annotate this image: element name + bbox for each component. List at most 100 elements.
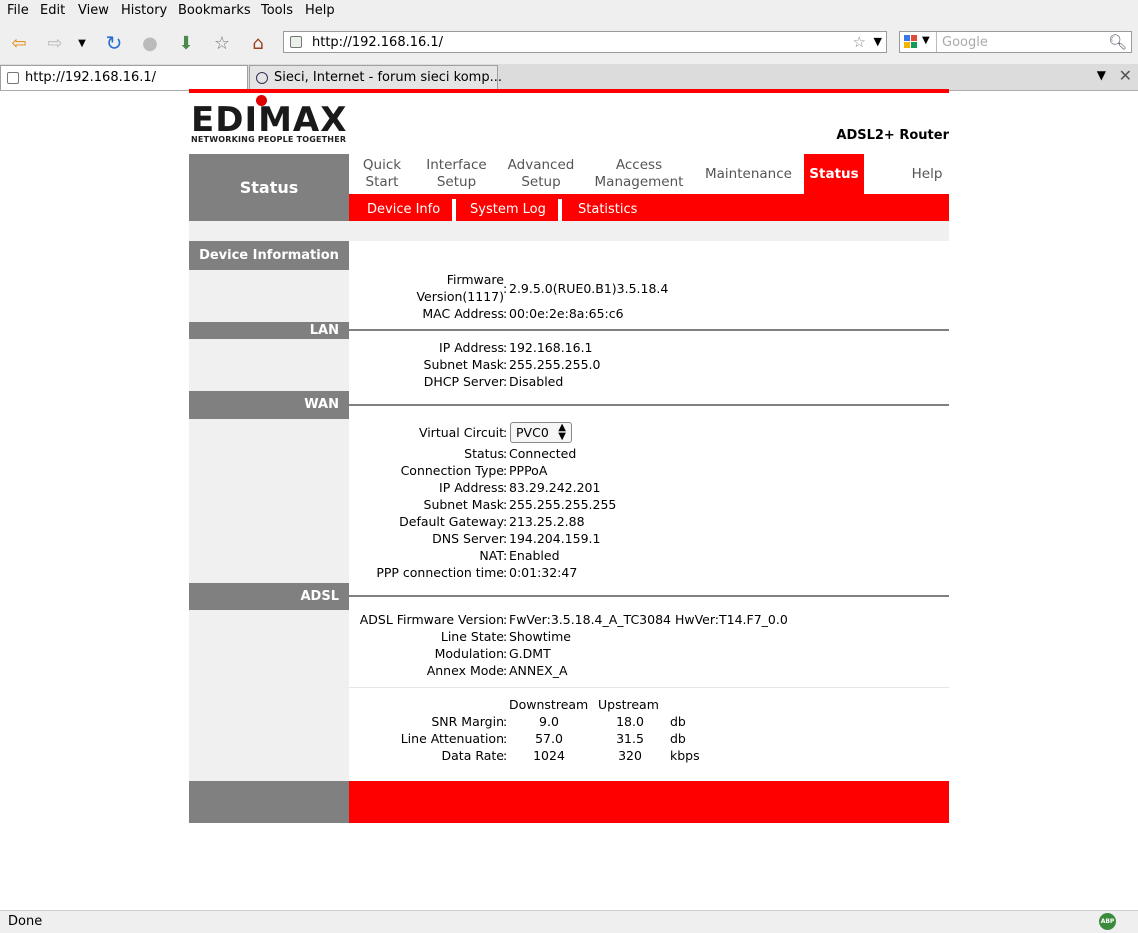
attenuation-up: 31.5 xyxy=(616,731,644,746)
search-engine-icon[interactable]: ▼ xyxy=(900,32,937,52)
section-title: Status xyxy=(239,178,299,197)
colon: : xyxy=(503,565,508,580)
close-tab-icon[interactable]: ✕ xyxy=(1119,66,1132,85)
url-dropdown-icon[interactable]: ▼ xyxy=(874,35,882,48)
status-bar: Done ABP xyxy=(0,910,1138,933)
lan-mask-value: 255.255.255.0 xyxy=(509,357,601,372)
nav-status[interactable]: Status xyxy=(804,154,864,194)
firmware-value: 2.9.5.0(RUE0.B1)3.5.18.4 xyxy=(509,281,669,296)
wan-mask-value: 255.255.255.255 xyxy=(509,497,617,512)
history-dropdown-icon[interactable]: ▼ xyxy=(72,30,92,56)
adblock-icon[interactable]: ABP xyxy=(1099,913,1116,930)
subnav-statistics[interactable]: Statistics xyxy=(578,202,637,217)
colon: : xyxy=(503,425,508,440)
status-text: Done xyxy=(8,914,43,929)
tab-router[interactable]: http://192.168.16.1/ xyxy=(0,65,248,90)
modulation-value: G.DMT xyxy=(509,646,551,661)
edimax-logo: EDIMAX NETWORKING PEOPLE TOGETHER xyxy=(191,95,357,144)
subnav-device-info[interactable]: Device Info xyxy=(367,202,440,217)
colon: : xyxy=(503,340,508,355)
lan-mask-label: Subnet Mask xyxy=(423,357,504,372)
dns-label: DNS Server xyxy=(432,531,504,546)
menu-edit[interactable]: Edit xyxy=(40,3,65,18)
stop-icon[interactable]: ● xyxy=(137,30,163,56)
adsl-fw-label: ADSL Firmware Version xyxy=(359,612,504,627)
snr-unit: db xyxy=(670,714,686,729)
tab-list-icon[interactable]: ▼ xyxy=(1097,68,1106,82)
menu-help[interactable]: Help xyxy=(305,3,335,18)
annex-label: Annex Mode xyxy=(426,663,504,678)
colon: : xyxy=(503,629,508,644)
snr-label: SNR Margin xyxy=(431,714,504,729)
search-bar[interactable]: ▼ Google 🔍︎ xyxy=(899,31,1132,53)
back-arrow-icon[interactable]: ⇦ xyxy=(6,30,32,56)
gateway-value: 213.25.2.88 xyxy=(509,514,585,529)
colon: : xyxy=(503,514,508,529)
lan-divider xyxy=(349,329,949,331)
menu-file[interactable]: File xyxy=(7,3,29,18)
nav-maintenance[interactable]: Maintenance xyxy=(697,154,800,194)
download-icon[interactable]: ⬇ xyxy=(173,30,199,56)
nav-interface-setup[interactable]: Interface Setup xyxy=(419,154,494,194)
dns-value: 194.204.159.1 xyxy=(509,531,601,546)
home-icon[interactable]: ⌂ xyxy=(245,30,271,56)
forward-arrow-icon[interactable]: ⇨ xyxy=(42,30,68,56)
firmware-label: Firmware Version(1117) xyxy=(349,271,504,305)
attenuation-label: Line Attenuation xyxy=(400,731,504,746)
url-bar[interactable]: http://192.168.16.1/ ☆ ▼ xyxy=(283,31,887,53)
colon: : xyxy=(503,548,508,563)
line-state-label: Line State xyxy=(440,629,504,644)
colon: : xyxy=(503,306,508,321)
menu-view[interactable]: View xyxy=(78,3,109,18)
colon: : xyxy=(503,497,508,512)
gateway-label: Default Gateway xyxy=(399,514,504,529)
device-info-heading: Device Information xyxy=(189,241,349,270)
adsl-divider xyxy=(349,595,949,597)
logo-wordmark: EDIMAX xyxy=(191,100,348,140)
subnav-separator xyxy=(558,199,562,221)
nav-quick-start[interactable]: Quick Start xyxy=(349,154,415,194)
wan-status-label: Status xyxy=(464,446,504,461)
colon: : xyxy=(503,374,508,389)
nav-access-management[interactable]: Access Management xyxy=(587,154,691,194)
modulation-label: Modulation xyxy=(434,646,504,661)
colon: : xyxy=(503,281,508,296)
ppp-time-label: PPP connection time xyxy=(376,565,504,580)
spacer-bar xyxy=(189,221,949,241)
subnav-separator xyxy=(452,199,456,221)
nav-advanced-setup[interactable]: Advanced Setup xyxy=(500,154,582,194)
tab-forum[interactable]: Sieci, Internet - forum sieci komp... xyxy=(249,65,502,90)
col-downstream: Downstream xyxy=(509,697,589,712)
adsl-heading: ADSL xyxy=(189,583,349,610)
navigation-toolbar: ⇦ ⇨ ▼ ↻ ● ⬇ ☆ ⌂ http://192.168.16.1/ ☆ ▼… xyxy=(0,22,1138,65)
logo-dot-icon xyxy=(256,95,267,106)
annex-value: ANNEX_A xyxy=(509,663,568,678)
colon: : xyxy=(503,480,508,495)
wan-divider xyxy=(349,404,949,406)
lan-ip-label: IP Address xyxy=(439,340,504,355)
bookmark-star-icon[interactable]: ☆ xyxy=(853,33,866,51)
virtual-circuit-select[interactable]: PVC0 ▲ ▼ xyxy=(510,422,572,443)
vc-label: Virtual Circuit xyxy=(418,425,504,440)
mac-value: 00:0e:2e:8a:65:c6 xyxy=(509,306,624,321)
adsl-stats-divider xyxy=(349,687,949,688)
menu-bar: File Edit View History Bookmarks Tools H… xyxy=(0,0,1138,22)
page-icon xyxy=(7,72,19,84)
colon: : xyxy=(503,446,508,461)
menu-tools[interactable]: Tools xyxy=(261,3,293,18)
menu-bookmarks[interactable]: Bookmarks xyxy=(178,3,251,18)
subnav-system-log[interactable]: System Log xyxy=(470,202,546,217)
ppp-time-value: 0:01:32:47 xyxy=(509,565,578,580)
wan-ip-value: 83.29.242.201 xyxy=(509,480,601,495)
nav-help[interactable]: Help xyxy=(897,154,957,194)
data-rate-unit: kbps xyxy=(670,748,700,763)
tab-title: http://192.168.16.1/ xyxy=(25,70,157,85)
reload-icon[interactable]: ↻ xyxy=(101,30,127,56)
url-text: http://192.168.16.1/ xyxy=(312,35,444,50)
search-icon[interactable]: 🔍︎ xyxy=(1108,33,1127,51)
bookmark-folder-icon[interactable]: ☆ xyxy=(209,30,235,56)
colon: : xyxy=(503,646,508,661)
menu-history[interactable]: History xyxy=(121,3,167,18)
sub-nav: Device Info System Log Statistics xyxy=(349,194,949,221)
lan-ip-value: 192.168.16.1 xyxy=(509,340,593,355)
